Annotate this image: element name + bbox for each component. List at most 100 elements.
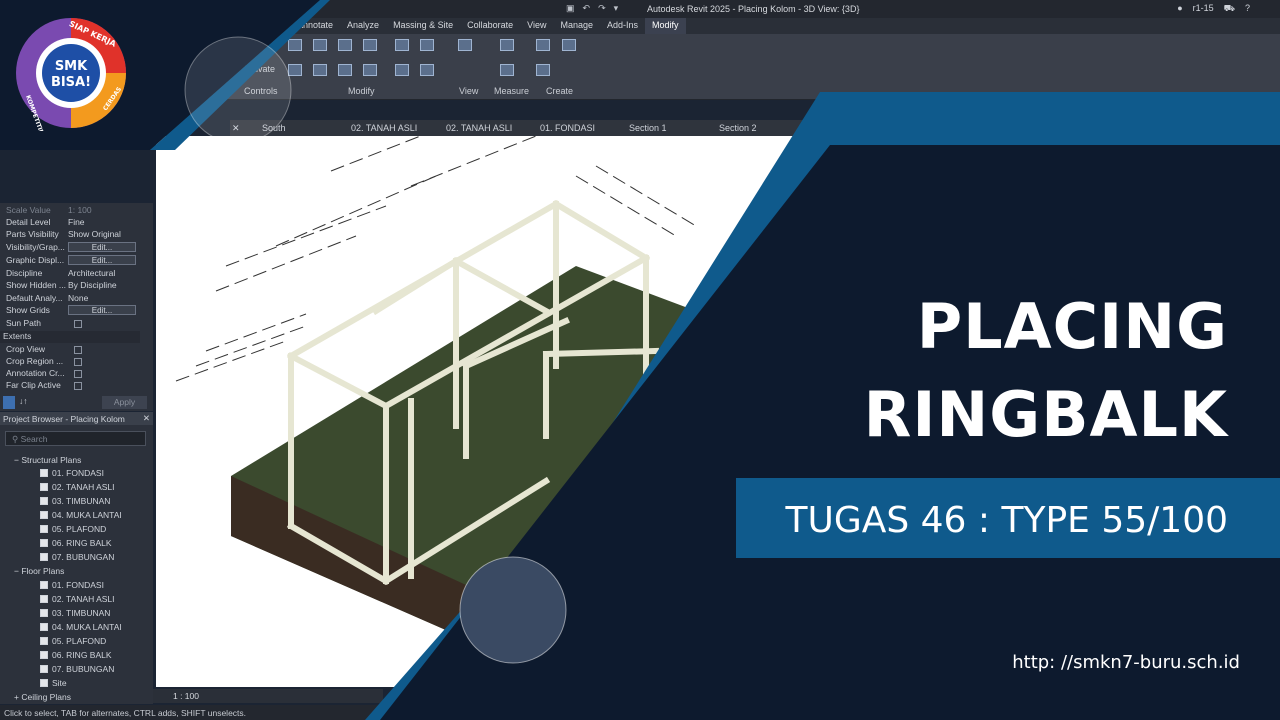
view-tab-section-1[interactable]: Section 1 — [629, 123, 667, 133]
3d-viewport[interactable] — [156, 136, 816, 687]
create-parts-icon[interactable] — [562, 39, 576, 51]
view-icon — [40, 525, 48, 533]
copy-icon[interactable] — [313, 64, 327, 76]
tree-item[interactable]: 02. TANAH ASLI — [40, 594, 115, 606]
prop-row: Crop View — [6, 344, 146, 356]
tree-item[interactable]: 04. MUKA LANTAI — [40, 622, 122, 634]
tree-label: 02. TANAH ASLI — [52, 594, 115, 604]
tree-item[interactable]: 01. FONDASI — [40, 580, 104, 592]
mirror-draw-icon[interactable] — [363, 39, 377, 51]
trim-icon[interactable] — [363, 64, 377, 76]
tree-ceiling-plans[interactable]: + Ceiling Plans — [14, 692, 71, 704]
prop-key: Far Clip Active — [6, 380, 61, 390]
prop-row: Far Clip Active — [6, 380, 146, 392]
tab-analyze[interactable]: Analyze — [340, 18, 386, 34]
close-icon[interactable]: ✕ — [232, 123, 240, 134]
view-tab-south[interactable]: South — [262, 123, 286, 133]
tree-item[interactable]: 05. PLAFOND — [40, 636, 106, 648]
title-bar: ▣ ↶ ↷ ▾ Autodesk Revit 2025 - Placing Ko… — [280, 0, 1280, 18]
website-url[interactable]: http: //smkn7-buru.sch.id — [1012, 652, 1240, 673]
view-icon — [40, 595, 48, 603]
tab-view[interactable]: View — [520, 18, 553, 34]
tree-floor-plans[interactable]: − Floor Plans — [14, 566, 64, 578]
tab-add-ins[interactable]: Add-Ins — [600, 18, 645, 34]
tree-label: 05. PLAFOND — [52, 636, 107, 646]
prop-key: Graphic Displ... — [6, 255, 65, 265]
tree-item[interactable]: 03. TIMBUNAN — [40, 608, 110, 620]
scale-icon[interactable] — [395, 64, 409, 76]
tree-item[interactable]: Site — [40, 678, 67, 690]
tree-label: 01. FONDASI — [52, 468, 104, 478]
view-tab-tanah-asli-2[interactable]: 02. TANAH ASLI — [446, 123, 512, 133]
prop-row[interactable]: Discipline Architectural — [6, 268, 146, 280]
tab-annotate[interactable]: Annotate — [290, 18, 340, 34]
move-icon[interactable] — [288, 64, 302, 76]
array-icon[interactable] — [420, 39, 434, 51]
undo-icon[interactable]: ↶ — [583, 3, 591, 14]
activate-label[interactable]: Activate — [243, 64, 275, 74]
checkbox[interactable] — [74, 370, 82, 378]
tree-item[interactable]: 06. RING BALK — [40, 650, 112, 662]
extents-section[interactable]: Extents — [0, 331, 140, 343]
tree-item[interactable]: 06. RING BALK — [40, 538, 112, 550]
checkbox[interactable] — [74, 346, 82, 354]
prop-key: Detail Level — [6, 217, 51, 227]
prop-key: Default Analy... — [6, 293, 63, 303]
tree-item[interactable]: 07. BUBUNGAN — [40, 552, 114, 564]
tree-item[interactable]: 05. PLAFOND — [40, 524, 106, 536]
prop-row[interactable]: Parts Visibility Show Original — [6, 229, 146, 241]
save-icon[interactable]: ▣ — [566, 3, 575, 14]
checkbox[interactable] — [74, 382, 82, 390]
apply-button[interactable]: Apply — [102, 396, 147, 409]
prop-row[interactable]: Default Analy... None — [6, 293, 146, 305]
view-scale[interactable]: 1 : 100 — [173, 691, 199, 701]
rotate-icon[interactable] — [338, 64, 352, 76]
create-assembly-icon[interactable] — [536, 39, 550, 51]
tab-collaborate[interactable]: Collaborate — [460, 18, 520, 34]
tree-item[interactable]: 01. FONDASI — [40, 468, 104, 480]
view-tools-icon[interactable] — [458, 39, 472, 51]
offset-icon[interactable] — [313, 39, 327, 51]
sort-az-icon[interactable]: ↓↑ — [19, 396, 28, 406]
checkbox[interactable] — [74, 320, 82, 328]
edit-button[interactable]: Edit... — [68, 255, 136, 265]
dropdown-icon[interactable]: ▾ — [614, 3, 619, 14]
tab-massing-site[interactable]: Massing & Site — [386, 18, 460, 34]
prop-value: Fine — [68, 217, 85, 227]
prop-row[interactable]: Show Hidden ... By Discipline — [6, 280, 146, 292]
measure-icon[interactable] — [500, 39, 514, 51]
dimension-icon[interactable] — [500, 64, 514, 76]
user-name[interactable]: r1-15 — [1193, 3, 1214, 15]
close-icon[interactable]: ✕ — [143, 413, 150, 424]
prop-row: Show Grids Edit... — [6, 305, 146, 317]
edit-button[interactable]: Edit... — [68, 242, 136, 252]
tab-manage[interactable]: Manage — [553, 18, 600, 34]
tree-structural-plans[interactable]: − Structural Plans — [14, 455, 81, 467]
tree-label: 05. PLAFOND — [52, 524, 107, 534]
help-icon[interactable]: ? — [1245, 3, 1250, 15]
tree-item[interactable]: 04. MUKA LANTAI — [40, 510, 122, 522]
headline-line-2: RINGBALK — [863, 378, 1228, 451]
delete-icon[interactable] — [420, 64, 434, 76]
browser-search[interactable]: ⚲ Search — [5, 431, 146, 446]
split-icon[interactable] — [395, 39, 409, 51]
prop-row[interactable]: Detail Level Fine — [6, 217, 146, 229]
view-tab-tanah-asli-1[interactable]: 02. TANAH ASLI — [351, 123, 417, 133]
tree-item[interactable]: 03. TIMBUNAN — [40, 496, 110, 508]
cart-icon[interactable]: ⛟ — [1224, 3, 1235, 15]
tree-item[interactable]: 07. BUBUNGAN — [40, 664, 114, 676]
tree-item[interactable]: 02. TANAH ASLI — [40, 482, 115, 494]
align-icon[interactable] — [288, 39, 302, 51]
view-tab-fondasi[interactable]: 01. FONDASI — [540, 123, 595, 133]
edit-button[interactable]: Edit... — [68, 305, 136, 315]
create-group-icon[interactable] — [536, 64, 550, 76]
mirror-icon[interactable] — [338, 39, 352, 51]
checkbox[interactable] — [74, 358, 82, 366]
view-tab-section-2[interactable]: Section 2 — [719, 123, 757, 133]
categorized-icon[interactable] — [3, 396, 15, 409]
tree-label: 02. TANAH ASLI — [52, 482, 115, 492]
create-group-label: Create — [546, 86, 574, 96]
tab-modify[interactable]: Modify — [645, 18, 686, 34]
redo-icon[interactable]: ↷ — [598, 3, 606, 14]
user-icon[interactable]: ● — [1177, 3, 1182, 15]
